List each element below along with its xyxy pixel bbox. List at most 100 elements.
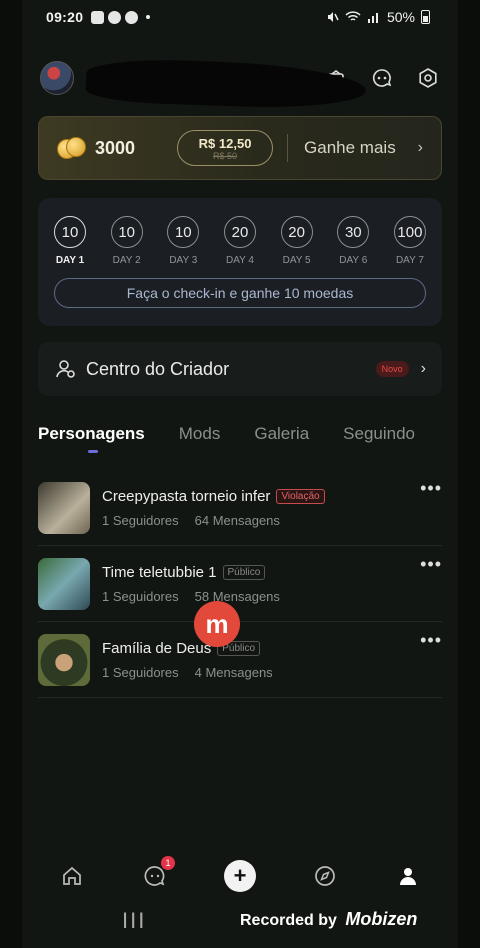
system-recents-button[interactable]: III [122, 908, 146, 934]
checkin-days: 10 DAY 1 10 DAY 2 10 DAY 3 20 DAY 4 20 D… [38, 198, 442, 266]
tab-mods[interactable]: Mods [179, 424, 221, 444]
recorder-floating-icon[interactable]: m [194, 601, 240, 647]
status-bar: 09:20 50% [46, 6, 430, 28]
recording-watermark: Recorded by Mobizen [240, 909, 417, 930]
day-reward: 30 [337, 216, 370, 248]
chat-icon [108, 10, 122, 24]
settings-icon[interactable] [416, 66, 440, 90]
status-badge: Público [222, 564, 266, 580]
tab-indicator [88, 450, 98, 453]
checkin-day: 10 DAY 1 [52, 216, 88, 266]
frame-right [458, 0, 480, 948]
day-label: DAY 5 [282, 255, 311, 266]
creator-center-row[interactable]: Centro do Criador Novo › [38, 342, 442, 396]
character-title-line: Creepypasta torneio infer Violação [102, 488, 325, 505]
status-time: 09:20 [46, 9, 84, 25]
frame-left [0, 0, 22, 948]
offer-price: R$ 12,50 [198, 135, 252, 151]
tab-galeria[interactable]: Galeria [254, 424, 309, 444]
status-right: 50% [325, 9, 430, 25]
coin-card[interactable]: 3000 R$ 12,50 R$ 50 Ganhe mais › [38, 116, 442, 180]
earn-more-link[interactable]: Ganhe mais [304, 138, 396, 158]
checkin-button[interactable]: Faça o check-in e ganhe 10 moedas [54, 278, 426, 308]
divider [287, 134, 289, 162]
recorded-by-text: Recorded by [240, 912, 337, 929]
status-app-icons [91, 10, 151, 24]
coin-icon [57, 137, 87, 159]
character-title-line: Família de Deus Público [102, 640, 273, 657]
character-info: Creepypasta torneio infer Violação 1 Seg… [102, 488, 325, 528]
wifi-icon [345, 11, 361, 21]
daily-checkin: 10 DAY 1 10 DAY 2 10 DAY 3 20 DAY 4 20 D… [38, 198, 442, 326]
checkin-day: 100 DAY 7 [392, 216, 428, 266]
messages-count: 64 Mensagens [194, 512, 280, 528]
day-label: DAY 3 [169, 255, 198, 266]
nav-profile-icon[interactable] [394, 862, 422, 890]
day-reward: 10 [54, 216, 86, 248]
nav-explore-compass-icon[interactable] [311, 862, 339, 890]
day-label: DAY 1 [55, 255, 85, 266]
recorder-brand: Mobizen [345, 909, 418, 929]
app: 09:20 50% 3000 R$ 12,50 R$ 50 Ganhe mais… [22, 0, 458, 948]
chevron-right-icon: › [420, 360, 426, 377]
list-item[interactable]: Time teletubbie 1 Público 1 Seguidores 5… [38, 546, 442, 622]
tab-personagens[interactable]: Personagens [38, 424, 145, 444]
more-dot-icon [146, 15, 151, 19]
day-label: DAY 6 [339, 255, 368, 266]
nav-chat-icon[interactable]: 1 [141, 856, 175, 890]
checkin-day: 10 DAY 3 [165, 216, 201, 266]
character-thumbnail [38, 633, 90, 686]
avatar[interactable] [40, 61, 74, 95]
creator-center-label: Centro do Criador [86, 358, 230, 379]
status-badge: Violação [276, 488, 325, 504]
character-list: Creepypasta torneio infer Violação 1 Seg… [38, 470, 442, 698]
character-title-line: Time teletubbie 1 Público [102, 564, 280, 581]
signal-icon [367, 13, 378, 23]
new-badge: Novo [375, 361, 409, 377]
day-label: DAY 4 [225, 255, 254, 266]
followers-count: 1 Seguidores [102, 664, 179, 680]
day-label: DAY 2 [112, 255, 141, 266]
more-options-icon[interactable]: ••• [420, 630, 442, 651]
day-reward: 20 [223, 216, 256, 248]
whatsapp-icon [125, 10, 139, 24]
messages-count: 58 Mensagens [194, 588, 280, 604]
creator-person-icon [56, 360, 75, 378]
battery-icon [421, 10, 430, 24]
day-reward: 10 [110, 216, 143, 248]
more-options-icon[interactable]: ••• [420, 554, 442, 575]
nav-create-plus-icon[interactable]: + [224, 860, 256, 892]
character-title: Família de Deus [102, 639, 212, 657]
notification-badge: 1 [161, 856, 175, 870]
character-info: Time teletubbie 1 Público 1 Seguidores 5… [102, 564, 280, 604]
more-options-icon[interactable]: ••• [420, 478, 442, 499]
profile-header [40, 57, 440, 111]
list-item[interactable]: Creepypasta torneio infer Violação 1 Seg… [38, 470, 442, 546]
character-title: Creepypasta torneio infer [102, 487, 271, 505]
character-meta: 1 Seguidores 58 Mensagens [102, 589, 280, 604]
list-item[interactable]: Família de Deus Público 1 Seguidores 4 M… [38, 622, 442, 698]
support-chat-icon[interactable] [370, 66, 394, 90]
checkin-day: 30 DAY 6 [335, 216, 371, 266]
character-info: Família de Deus Público 1 Seguidores 4 M… [102, 640, 273, 680]
bottom-nav: 1 + [38, 856, 442, 896]
mute-icon [327, 12, 339, 22]
checkin-day: 20 DAY 5 [279, 216, 315, 266]
day-reward: 10 [167, 216, 200, 248]
tab-seguindo[interactable]: Seguindo [343, 424, 415, 444]
mail-icon [91, 10, 105, 24]
checkin-day: 10 DAY 2 [109, 216, 145, 266]
coin-offer-button[interactable]: R$ 12,50 R$ 50 [177, 130, 274, 166]
character-thumbnail [38, 481, 90, 534]
chevron-right-icon: › [417, 139, 423, 156]
day-label: DAY 7 [395, 255, 424, 266]
character-meta: 1 Seguidores 4 Mensagens [102, 665, 273, 680]
character-meta: 1 Seguidores 64 Mensagens [102, 513, 325, 528]
day-reward: 100 [393, 216, 426, 248]
nav-home-icon[interactable] [58, 862, 86, 890]
coin-balance: 3000 [95, 137, 136, 158]
battery-text: 50% [386, 9, 415, 25]
messages-count: 4 Mensagens [194, 664, 273, 680]
content-tabs: Personagens Mods Galeria Seguindo [38, 424, 442, 444]
character-title: Time teletubbie 1 [102, 563, 217, 581]
